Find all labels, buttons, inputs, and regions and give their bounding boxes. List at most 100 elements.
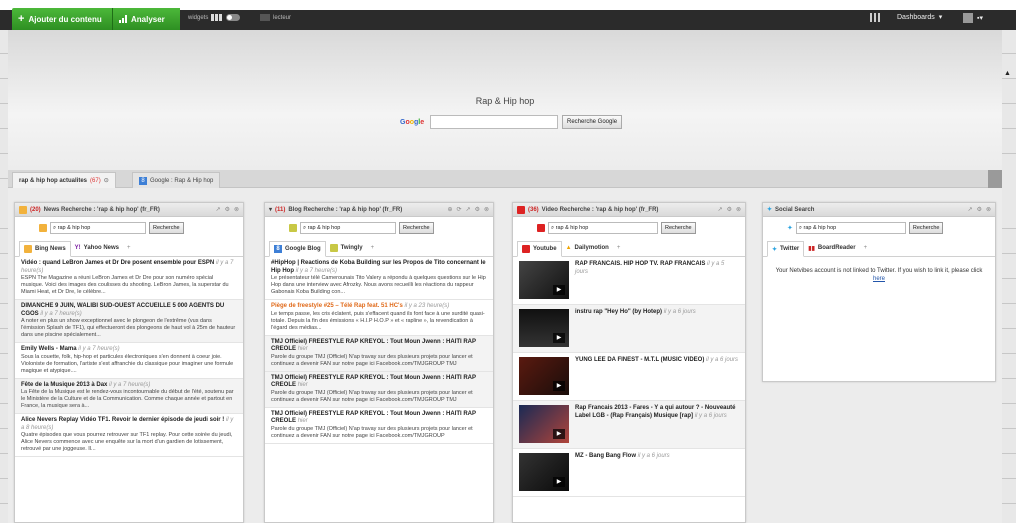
tab-google-blog[interactable]: 8 Google Blog <box>269 241 326 257</box>
search-button[interactable]: Recherche <box>149 222 184 234</box>
google-search-button[interactable]: Recherche Google <box>562 115 623 129</box>
share-icon[interactable]: ↗ <box>466 206 471 213</box>
video-time: il y a 6 jours <box>694 412 727 419</box>
widget-title: News Recherche : 'rap & hip hop' (fr_FR) <box>43 206 160 213</box>
video-item[interactable]: ▶ YUNG LEE DA FINEST - M.T.L (MUSIC VIDEO… <box>513 353 745 401</box>
add-tab-button[interactable]: + <box>367 240 379 256</box>
tab-youtube[interactable]: Youtube <box>517 241 562 257</box>
news-widget: (20) News Recherche : 'rap & hip hop' (f… <box>14 202 244 523</box>
item-title[interactable]: Fête de la Musique 2013 à Dax <box>21 382 107 388</box>
settings-icon[interactable]: ⚙ <box>977 206 982 213</box>
info-icon[interactable]: ⊕ <box>447 206 452 213</box>
tab-twingly[interactable]: Twingly <box>326 240 367 256</box>
add-tab-button[interactable]: + <box>123 240 135 256</box>
list-item[interactable]: TMJ Officiel) FREESTYLE RAP KREYOL : Tou… <box>265 371 493 408</box>
settings-icon[interactable]: ⚙ <box>475 206 480 213</box>
search-input[interactable]: ⌕ rap & hip hop <box>300 222 396 234</box>
item-title[interactable]: Alice Nevers Replay Vidéo TF1. Revoir le… <box>21 417 224 423</box>
widget-tabs: Bing News Y! Yahoo News + <box>15 239 243 257</box>
search-value: rap & hip hop <box>57 225 91 231</box>
refresh-icon[interactable]: ⟳ <box>457 206 462 213</box>
google-tab-icon: 8 <box>139 176 147 185</box>
settings-icon[interactable]: ⚙ <box>225 206 230 213</box>
video-thumbnail[interactable]: ▶ <box>519 405 569 443</box>
share-icon[interactable]: ↗ <box>216 206 221 213</box>
collapse-icon[interactable]: ▾ <box>269 206 272 213</box>
widget-tabs: Youtube ▲ Dailymotion + <box>513 239 745 257</box>
list-item[interactable]: Vidéo : quand LeBron James et Dr Dre pos… <box>15 257 243 300</box>
search-button[interactable]: Recherche <box>908 222 944 234</box>
video-title[interactable]: YUNG LEE DA FINEST - M.T.L (MUSIC VIDEO) <box>575 357 704 363</box>
scroll-up-icon[interactable]: ▲ <box>1004 70 1011 77</box>
widgets-view-toggle[interactable]: widgets <box>188 14 241 21</box>
item-title[interactable]: Vidéo : quand LeBron James et Dr Dre pos… <box>21 260 214 266</box>
google-search-input[interactable] <box>430 115 558 129</box>
list-item[interactable]: TMJ Officiel) FREESTYLE RAP KREYOL : Tou… <box>265 408 493 444</box>
item-title[interactable]: Piège de freestyle #25 – Télé Rap feat. … <box>271 303 403 309</box>
add-tab-button[interactable]: + <box>860 240 872 256</box>
search-input[interactable]: ⌕ rap & hip hop <box>50 222 146 234</box>
play-icon: ▶ <box>553 333 565 343</box>
item-time: il y a 7 heure(s) <box>40 310 82 317</box>
close-icon[interactable]: ⊗ <box>986 206 991 213</box>
video-thumbnail[interactable]: ▶ <box>519 309 569 347</box>
reader-view-toggle[interactable]: lecteur <box>260 14 291 21</box>
video-item[interactable]: ▶ instru rap "Hey Ho" (by Hotep) il y a 6… <box>513 305 745 353</box>
list-item[interactable]: TMJ Officiel) FREESTYLE RAP KREYOL : Tou… <box>265 335 493 372</box>
unread-count: (36) <box>528 206 539 213</box>
widget-search: ⌕ rap & hip hop Recherche <box>513 217 745 239</box>
search-input[interactable]: ⌕ rap & hip hop <box>548 222 658 234</box>
video-item[interactable]: ▶ MZ - Bang Bang Flow il y a 6 jours <box>513 449 745 497</box>
settings-icon[interactable]: ⚙ <box>727 206 732 213</box>
video-thumbnail[interactable]: ▶ <box>519 357 569 395</box>
link-twitter-link[interactable]: here <box>873 276 885 282</box>
widget-header: ▾ (11) Blog Recherche : 'rap & hip hop' … <box>265 203 493 217</box>
list-item[interactable]: #HipHop | Reactions de Koba Building sur… <box>265 257 493 300</box>
youtube-icon <box>517 205 525 214</box>
dashboards-menu[interactable]: Dashboards ▾ <box>897 13 942 22</box>
view-switch-icon[interactable] <box>226 14 241 21</box>
item-title[interactable]: Emily Wells - Mama <box>21 346 77 352</box>
user-menu[interactable]: ▪▾ <box>963 13 983 23</box>
list-item[interactable]: Alice Nevers Replay Vidéo TF1. Revoir le… <box>15 414 243 457</box>
dashboard-tab-bar: rap & hip hop actualites (67) ⊙ 8 Google… <box>8 170 1002 188</box>
tab-settings-icon[interactable]: ⊙ <box>104 177 109 184</box>
add-content-button[interactable]: + Ajouter du contenu <box>12 8 112 30</box>
video-title[interactable]: MZ - Bang Bang Flow <box>575 453 636 459</box>
tab-label: Yahoo News <box>83 245 120 251</box>
video-item[interactable]: ▶ RAP FRANCAIS. HIP HOP TV. RAP FRANCAIS … <box>513 257 745 305</box>
tab-dailymotion[interactable]: ▲ Dailymotion <box>562 240 613 256</box>
tab-yahoo-news[interactable]: Y! Yahoo News <box>71 240 123 256</box>
columns-icon[interactable] <box>870 13 880 22</box>
close-icon[interactable]: ⊗ <box>484 206 489 213</box>
video-title[interactable]: instru rap "Hey Ho" (by Hotep) <box>575 309 662 315</box>
list-item[interactable]: Piège de freestyle #25 – Télé Rap feat. … <box>265 300 493 336</box>
list-item[interactable]: Emily Wells - Mama il y a 7 heure(s) Sous… <box>15 343 243 379</box>
close-icon[interactable]: ⊗ <box>234 206 239 213</box>
item-snippet: La Fête de la Musique est le rendez-vous… <box>21 389 234 409</box>
search-input[interactable]: ⌕ rap & hip hop <box>795 222 906 234</box>
list-item[interactable]: Fête de la Musique 2013 à Dax il y a 7 h… <box>15 378 243 414</box>
search-value: rap & hip hop <box>803 225 837 231</box>
video-widget: (36) Video Recherche : 'rap & hip hop' (… <box>512 202 746 523</box>
magnifier-icon: ⌕ <box>53 224 57 231</box>
grid-icon <box>211 14 224 21</box>
add-tab-button[interactable]: + <box>613 240 625 256</box>
video-thumbnail[interactable]: ▶ <box>519 453 569 491</box>
tab-rap-hip-hop-actualites[interactable]: rap & hip hop actualites (67) ⊙ <box>12 172 116 188</box>
tab-google-rap-hip-hop[interactable]: 8 Google : Rap & Hip hop <box>132 172 221 188</box>
list-item[interactable]: DIMANCHE 9 JUIN, WALIBI SUD-OUEST ACCUEI… <box>15 300 243 343</box>
analyse-button[interactable]: Analyser <box>112 8 180 30</box>
share-icon[interactable]: ↗ <box>718 206 723 213</box>
video-title[interactable]: RAP FRANCAIS. HIP HOP TV. RAP FRANCAIS <box>575 261 705 267</box>
video-thumbnail[interactable]: ▶ <box>519 261 569 299</box>
search-button[interactable]: Recherche <box>661 222 696 234</box>
tab-bing-news[interactable]: Bing News <box>19 241 71 257</box>
share-icon[interactable]: ↗ <box>968 206 973 213</box>
play-icon: ▶ <box>553 477 565 487</box>
video-item[interactable]: ▶ Rap Francais 2013 - Fares - Y a qui aut… <box>513 401 745 449</box>
close-icon[interactable]: ⊗ <box>736 206 741 213</box>
search-button[interactable]: Recherche <box>399 222 434 234</box>
tab-boardreader[interactable]: ▮▮ BoardReader <box>804 240 859 256</box>
tab-twitter[interactable]: ✦ Twitter <box>767 241 805 257</box>
